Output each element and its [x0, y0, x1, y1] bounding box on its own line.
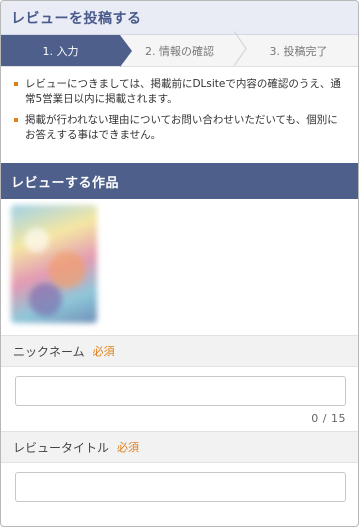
- bullet-icon: [14, 118, 18, 122]
- step-input-label: 1. 入力: [42, 44, 79, 58]
- progress-steps: 1. 入力 2. 情報の確認 3. 投稿完了: [1, 35, 358, 67]
- work-section-header: レビューする作品: [1, 163, 358, 199]
- work-thumbnail[interactable]: [11, 205, 97, 323]
- nickname-label: ニックネーム: [13, 344, 85, 359]
- nickname-label-row: ニックネーム 必須: [1, 335, 358, 367]
- page-header: レビューを投稿する: [1, 1, 358, 35]
- step-complete: 3. 投稿完了: [239, 35, 358, 66]
- work-area: [1, 199, 358, 335]
- review-title-label: レビュータイトル: [13, 440, 110, 455]
- step-confirm: 2. 情報の確認: [120, 35, 239, 66]
- nickname-field-body: 0 / 15: [1, 367, 358, 431]
- nickname-input[interactable]: [15, 376, 346, 406]
- bullet-icon: [14, 82, 18, 86]
- notice-list: レビューにつきましては、掲載前にDLsiteで内容の確認のうえ、通常5営業日以内…: [1, 67, 358, 157]
- review-title-input[interactable]: [15, 472, 346, 502]
- required-badge: 必須: [117, 441, 140, 454]
- nickname-char-counter: 0 / 15: [311, 412, 346, 425]
- page-title: レビューを投稿する: [11, 10, 142, 27]
- notice-text: 掲載が行われない理由についてお問い合わせいただいても、個別にお答えする事はできま…: [25, 114, 338, 141]
- review-title-label-row: レビュータイトル 必須: [1, 431, 358, 463]
- step-confirm-label: 2. 情報の確認: [145, 44, 214, 58]
- review-form-page: レビューを投稿する 1. 入力 2. 情報の確認 3. 投稿完了 レビューにつき…: [0, 0, 359, 527]
- work-section-title: レビューする作品: [11, 175, 120, 191]
- notice-item: レビューにつきましては、掲載前にDLsiteで内容の確認のうえ、通常5営業日以内…: [13, 77, 346, 107]
- work-thumbnail-image: [11, 205, 97, 323]
- review-title-field-body: [1, 463, 358, 508]
- required-badge: 必須: [92, 345, 115, 358]
- step-input: 1. 入力: [1, 35, 132, 67]
- notice-text: レビューにつきましては、掲載前にDLsiteで内容の確認のうえ、通常5営業日以内…: [25, 78, 341, 105]
- step-complete-label: 3. 投稿完了: [269, 44, 328, 58]
- notice-item: 掲載が行われない理由についてお問い合わせいただいても、個別にお答えする事はできま…: [13, 113, 346, 143]
